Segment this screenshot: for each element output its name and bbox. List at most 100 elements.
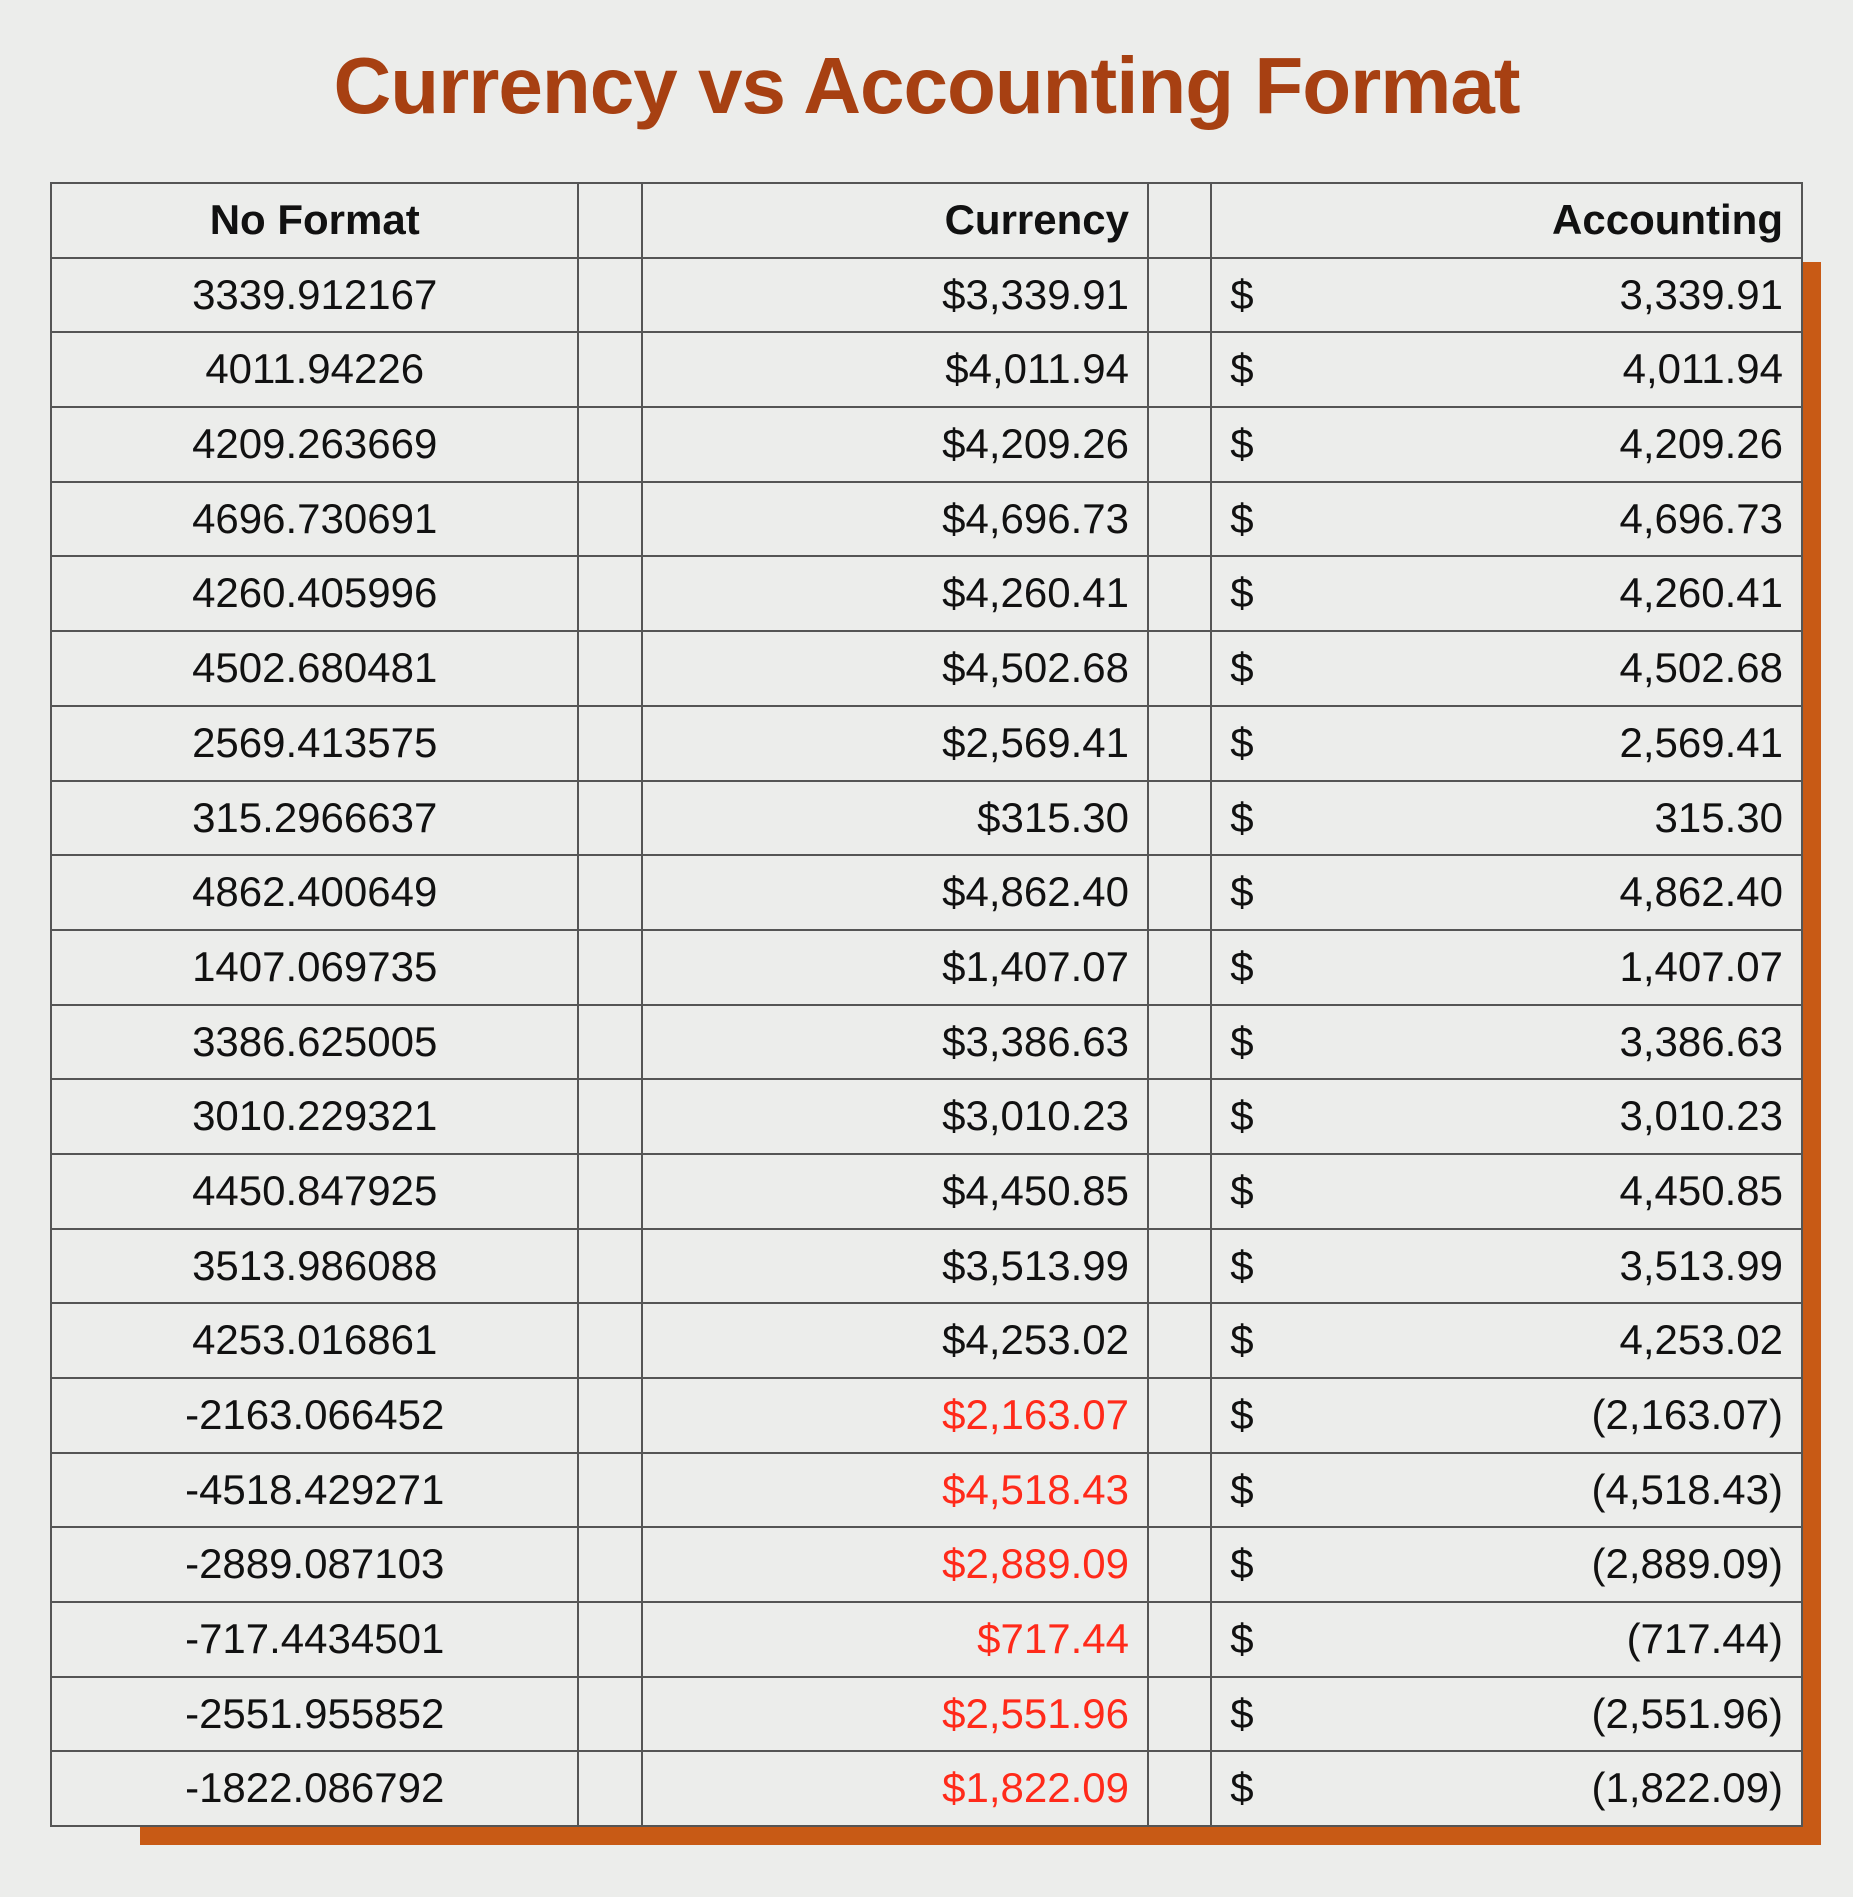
dollar-sign: $: [1230, 565, 1253, 622]
table-row: 3386.625005$3,386.63$3,386.63: [51, 1005, 1802, 1080]
dollar-sign: $: [1230, 1462, 1253, 1519]
cell-spacer: [578, 781, 641, 856]
table-header-row: No Format Currency Accounting: [51, 183, 1802, 258]
dollar-sign: $: [1230, 715, 1253, 772]
cell-spacer: [578, 1453, 641, 1528]
cell-noformat: -717.4434501: [51, 1602, 578, 1677]
cell-currency: $4,253.02: [642, 1303, 1148, 1378]
cell-accounting: $4,502.68: [1211, 631, 1802, 706]
cell-spacer: [1148, 631, 1211, 706]
header-currency: Currency: [642, 183, 1148, 258]
accounting-value: 3,513.99: [1620, 1242, 1784, 1289]
cell-accounting: $4,209.26: [1211, 407, 1802, 482]
dollar-sign: $: [1230, 1014, 1253, 1071]
cell-accounting: $3,010.23: [1211, 1079, 1802, 1154]
cell-noformat: 4862.400649: [51, 855, 578, 930]
cell-currency: $717.44: [642, 1602, 1148, 1677]
table-row: 4011.94226$4,011.94$4,011.94: [51, 332, 1802, 407]
cell-spacer: [1148, 781, 1211, 856]
cell-spacer: [1148, 930, 1211, 1005]
dollar-sign: $: [1230, 640, 1253, 697]
cell-accounting: $(717.44): [1211, 1602, 1802, 1677]
cell-spacer: [578, 930, 641, 1005]
table-row: 4260.405996$4,260.41$4,260.41: [51, 556, 1802, 631]
cell-spacer: [1148, 1602, 1211, 1677]
cell-noformat: 4502.680481: [51, 631, 578, 706]
header-spacer: [578, 183, 641, 258]
table-wrapper: No Format Currency Accounting 3339.91216…: [50, 182, 1803, 1827]
dollar-sign: $: [1230, 1536, 1253, 1593]
cell-spacer: [578, 1378, 641, 1453]
cell-spacer: [578, 706, 641, 781]
cell-spacer: [1148, 1453, 1211, 1528]
cell-currency: $4,260.41: [642, 556, 1148, 631]
dollar-sign: $: [1230, 1760, 1253, 1817]
cell-currency: $4,696.73: [642, 482, 1148, 557]
cell-spacer: [1148, 1677, 1211, 1752]
cell-currency: $4,011.94: [642, 332, 1148, 407]
cell-spacer: [578, 631, 641, 706]
cell-spacer: [1148, 855, 1211, 930]
cell-spacer: [578, 1527, 641, 1602]
table-row: 4862.400649$4,862.40$4,862.40: [51, 855, 1802, 930]
cell-currency: $1,407.07: [642, 930, 1148, 1005]
header-spacer: [1148, 183, 1211, 258]
cell-noformat: -1822.086792: [51, 1751, 578, 1826]
accounting-value: (2,889.09): [1592, 1540, 1783, 1587]
accounting-value: (4,518.43): [1592, 1466, 1783, 1513]
table-row: 3513.986088$3,513.99$3,513.99: [51, 1229, 1802, 1304]
dollar-sign: $: [1230, 1088, 1253, 1145]
accounting-value: 4,862.40: [1620, 868, 1784, 915]
cell-accounting: $ (2,889.09): [1211, 1527, 1802, 1602]
header-noformat: No Format: [51, 183, 578, 258]
cell-noformat: -4518.429271: [51, 1453, 578, 1528]
dollar-sign: $: [1230, 790, 1253, 847]
cell-currency: $4,862.40: [642, 855, 1148, 930]
cell-spacer: [578, 1303, 641, 1378]
accounting-value: (2,163.07): [1592, 1391, 1783, 1438]
cell-noformat: 315.2966637: [51, 781, 578, 856]
cell-spacer: [578, 1154, 641, 1229]
cell-noformat: 1407.069735: [51, 930, 578, 1005]
cell-spacer: [1148, 1154, 1211, 1229]
cell-spacer: [578, 1677, 641, 1752]
cell-spacer: [578, 407, 641, 482]
cell-currency: $2,889.09: [642, 1527, 1148, 1602]
table-row: 4209.263669$4,209.26$4,209.26: [51, 407, 1802, 482]
accounting-value: (717.44): [1627, 1615, 1783, 1662]
cell-spacer: [578, 1229, 641, 1304]
table-row: 2569.413575$2,569.41$2,569.41: [51, 706, 1802, 781]
cell-noformat: -2551.955852: [51, 1677, 578, 1752]
table-row: 3010.229321$3,010.23$3,010.23: [51, 1079, 1802, 1154]
cell-currency: $2,163.07: [642, 1378, 1148, 1453]
table-row: -717.4434501 $717.44 $(717.44): [51, 1602, 1802, 1677]
cell-spacer: [1148, 1079, 1211, 1154]
dollar-sign: $: [1230, 416, 1253, 473]
cell-spacer: [578, 332, 641, 407]
table-row: 4253.016861$4,253.02$4,253.02: [51, 1303, 1802, 1378]
cell-spacer: [578, 556, 641, 631]
dollar-sign: $: [1230, 864, 1253, 921]
accounting-value: 3,386.63: [1620, 1018, 1784, 1065]
cell-accounting: $(1,822.09): [1211, 1751, 1802, 1826]
table-row: 3339.912167$3,339.91$3,339.91: [51, 258, 1802, 333]
cell-noformat: -2163.066452: [51, 1378, 578, 1453]
dollar-sign: $: [1230, 1312, 1253, 1369]
cell-currency: $4,518.43: [642, 1453, 1148, 1528]
dollar-sign: $: [1230, 1387, 1253, 1444]
table-row: -1822.086792 $1,822.09 $(1,822.09): [51, 1751, 1802, 1826]
cell-noformat: -2889.087103: [51, 1527, 578, 1602]
table-row: -4518.429271 $4,518.43 $ (4,518.43): [51, 1453, 1802, 1528]
table-row: -2163.066452 $2,163.07 $ (2,163.07): [51, 1378, 1802, 1453]
cell-currency: $1,822.09: [642, 1751, 1148, 1826]
table-row: 4502.680481$4,502.68$4,502.68: [51, 631, 1802, 706]
cell-accounting: $3,386.63: [1211, 1005, 1802, 1080]
dollar-sign: $: [1230, 939, 1253, 996]
accounting-value: 4,253.02: [1620, 1316, 1784, 1363]
cell-accounting: $4,696.73: [1211, 482, 1802, 557]
accounting-value: 1,407.07: [1620, 943, 1784, 990]
cell-spacer: [1148, 1527, 1211, 1602]
cell-spacer: [578, 855, 641, 930]
accounting-value: (2,551.96): [1592, 1690, 1783, 1737]
cell-accounting: $4,862.40: [1211, 855, 1802, 930]
